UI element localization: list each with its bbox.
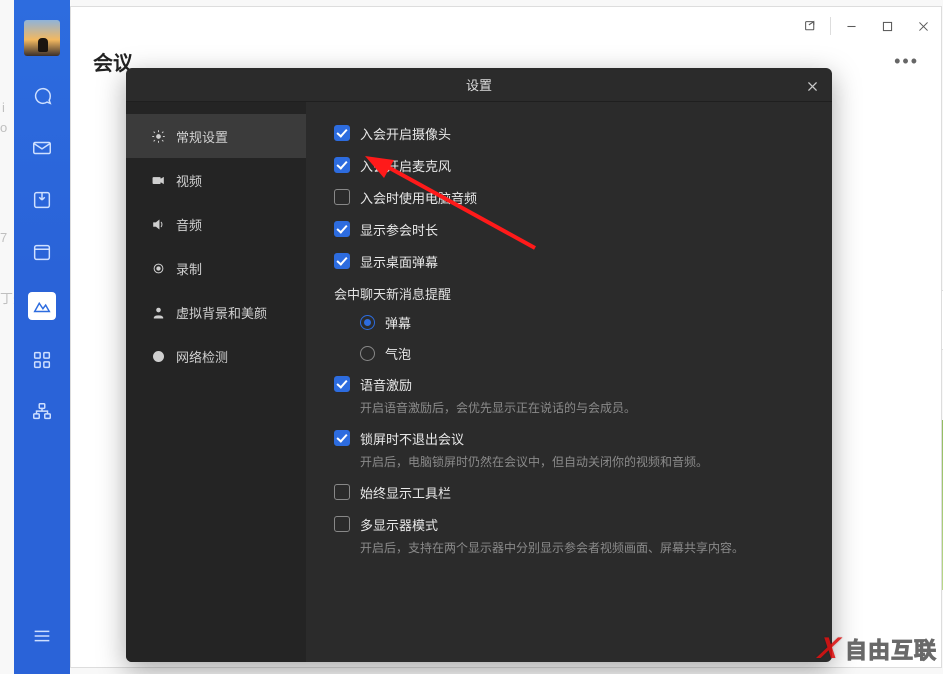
option-desc: 开启后，支持在两个显示器中分别显示参会者视频画面、屏幕共享内容。 bbox=[360, 539, 744, 556]
option-label: 入会时使用电脑音频 bbox=[360, 188, 477, 207]
close-button[interactable] bbox=[905, 7, 941, 45]
opt-camera-on-join[interactable]: 入会开启摄像头 bbox=[334, 124, 804, 143]
option-label: 锁屏时不退出会议 bbox=[360, 432, 464, 447]
checkbox[interactable] bbox=[334, 157, 350, 173]
checkbox[interactable] bbox=[334, 221, 350, 237]
chat-notify-title: 会中聊天新消息提醒 bbox=[334, 284, 804, 303]
watermark-x-icon: X bbox=[816, 632, 842, 666]
option-label: 始终显示工具栏 bbox=[360, 483, 451, 502]
option-desc: 开启语音激励后，会优先显示正在说话的与会成员。 bbox=[360, 399, 636, 416]
rail-icons bbox=[28, 84, 56, 609]
bg-fragment: 7 bbox=[0, 230, 7, 245]
window-titlebar bbox=[71, 7, 941, 45]
opt-show-desktop-danmu[interactable]: 显示桌面弹幕 bbox=[334, 252, 804, 271]
avatar[interactable] bbox=[24, 20, 60, 56]
option-label: 语音激励 bbox=[360, 378, 412, 393]
popout-icon[interactable] bbox=[792, 7, 828, 45]
bg-fragment: i bbox=[2, 100, 5, 115]
option-label: 多显示器模式 bbox=[360, 518, 438, 533]
settings-panel-general: 入会开启摄像头 入会开启麦克风 入会时使用电脑音频 显示参会时长 显示桌面弹幕 … bbox=[306, 102, 832, 662]
minimize-button[interactable] bbox=[833, 7, 869, 45]
checkbox[interactable] bbox=[334, 430, 350, 446]
radio[interactable] bbox=[360, 315, 375, 330]
nav-virtual-bg[interactable]: 虚拟背景和美颜 bbox=[126, 290, 306, 334]
opt-show-duration[interactable]: 显示参会时长 bbox=[334, 220, 804, 239]
nav-label: 音频 bbox=[176, 215, 202, 234]
apps-icon[interactable] bbox=[30, 348, 54, 372]
watermark-text: 自由互联 bbox=[845, 633, 937, 665]
option-label: 显示参会时长 bbox=[360, 220, 438, 239]
watermark: X 自由互联 bbox=[819, 632, 937, 666]
inbox-icon[interactable] bbox=[30, 188, 54, 212]
opt-multi-monitor[interactable]: 多显示器模式 开启后，支持在两个显示器中分别显示参会者视频画面、屏幕共享内容。 bbox=[334, 515, 804, 556]
checkbox[interactable] bbox=[334, 189, 350, 205]
nav-audio[interactable]: 音频 bbox=[126, 202, 306, 246]
radio-danmu[interactable]: 弹幕 bbox=[360, 313, 804, 332]
checkbox[interactable] bbox=[334, 516, 350, 532]
nav-general[interactable]: 常规设置 bbox=[126, 114, 306, 158]
calendar-icon[interactable] bbox=[30, 240, 54, 264]
checkbox[interactable] bbox=[334, 484, 350, 500]
person-icon bbox=[150, 304, 166, 320]
video-icon bbox=[150, 172, 166, 188]
nav-network[interactable]: 网络检测 bbox=[126, 334, 306, 378]
meeting-icon[interactable] bbox=[28, 292, 56, 320]
titlebar-separator bbox=[830, 17, 831, 35]
nav-video[interactable]: 视频 bbox=[126, 158, 306, 202]
opt-use-pc-audio[interactable]: 入会时使用电脑音频 bbox=[334, 188, 804, 207]
checkbox[interactable] bbox=[334, 376, 350, 392]
radio-label: 弹幕 bbox=[385, 313, 411, 332]
opt-voice-activation[interactable]: 语音激励 开启语音激励后，会优先显示正在说话的与会成员。 bbox=[334, 375, 804, 416]
chat-icon[interactable] bbox=[30, 84, 54, 108]
dialog-close-button[interactable] bbox=[800, 74, 824, 98]
record-icon bbox=[150, 260, 166, 276]
nav-label: 常规设置 bbox=[176, 127, 228, 146]
nav-label: 网络检测 bbox=[176, 347, 228, 366]
radio[interactable] bbox=[360, 346, 375, 361]
bg-fragment: o bbox=[0, 120, 7, 135]
mail-icon[interactable] bbox=[30, 136, 54, 160]
settings-dialog: 设置 常规设置 视频 音频 录制 虚拟背景和美颜 bbox=[126, 68, 832, 662]
opt-stay-on-lock[interactable]: 锁屏时不退出会议 开启后，电脑锁屏时仍然在会议中，但自动关闭你的视频和音频。 bbox=[334, 429, 804, 470]
app-rail bbox=[14, 0, 70, 674]
checkbox[interactable] bbox=[334, 125, 350, 141]
radio-bubble[interactable]: 气泡 bbox=[360, 344, 804, 363]
nav-label: 录制 bbox=[176, 259, 202, 278]
hamburger-icon[interactable] bbox=[31, 625, 53, 652]
option-label: 入会开启摄像头 bbox=[360, 124, 451, 143]
dialog-title: 设置 bbox=[466, 75, 492, 94]
maximize-button[interactable] bbox=[869, 7, 905, 45]
option-desc: 开启后，电脑锁屏时仍然在会议中，但自动关闭你的视频和音频。 bbox=[360, 453, 708, 470]
nav-label: 视频 bbox=[176, 171, 202, 190]
checkbox[interactable] bbox=[334, 253, 350, 269]
nav-record[interactable]: 录制 bbox=[126, 246, 306, 290]
opt-mic-on-join[interactable]: 入会开启麦克风 bbox=[334, 156, 804, 175]
radio-label: 气泡 bbox=[385, 344, 411, 363]
more-icon[interactable]: ••• bbox=[894, 51, 919, 72]
nav-label: 虚拟背景和美颜 bbox=[176, 303, 267, 322]
speaker-icon bbox=[150, 216, 166, 232]
gear-icon bbox=[150, 128, 166, 144]
opt-always-toolbar[interactable]: 始终显示工具栏 bbox=[334, 483, 804, 502]
option-label: 显示桌面弹幕 bbox=[360, 252, 438, 271]
globe-icon bbox=[150, 348, 166, 364]
settings-nav: 常规设置 视频 音频 录制 虚拟背景和美颜 网络检测 bbox=[126, 102, 306, 662]
org-icon[interactable] bbox=[30, 400, 54, 424]
dialog-header: 设置 bbox=[126, 68, 832, 102]
option-label: 入会开启麦克风 bbox=[360, 156, 451, 175]
